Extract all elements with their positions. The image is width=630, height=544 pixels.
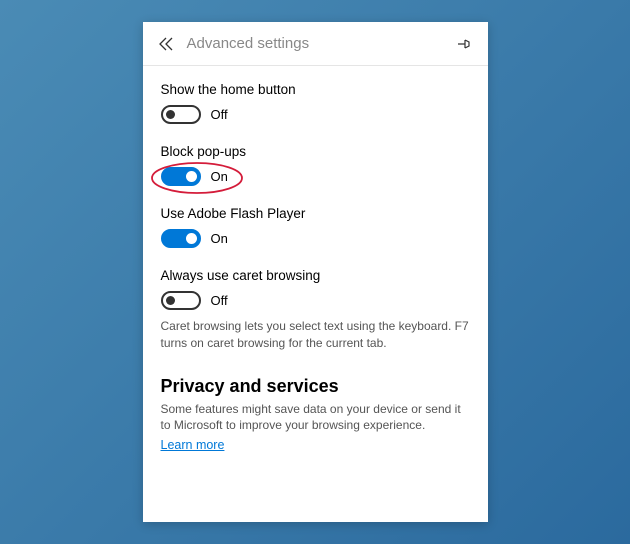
settings-panel: Advanced settings Show the home button O… [143, 22, 488, 522]
caret-toggle[interactable] [161, 291, 201, 310]
section-heading: Privacy and services [161, 376, 470, 397]
chevrons-left-icon [159, 37, 175, 51]
setting-label: Use Adobe Flash Player [161, 206, 470, 221]
pin-button[interactable] [454, 34, 474, 54]
toggle-row: Off [161, 291, 470, 310]
toggle-row: Off [161, 105, 470, 124]
setting-label: Show the home button [161, 82, 470, 97]
privacy-section: Privacy and services Some features might… [161, 376, 470, 455]
toggle-knob [186, 233, 197, 244]
section-description: Some features might save data on your de… [161, 401, 470, 435]
toggle-row: On [161, 229, 470, 248]
setting-flash: Use Adobe Flash Player On [161, 206, 470, 248]
setting-caret: Always use caret browsing Off Caret brow… [161, 268, 470, 352]
panel-header: Advanced settings [143, 22, 488, 66]
setting-description: Caret browsing lets you select text usin… [161, 318, 470, 352]
toggle-knob [166, 110, 175, 119]
toggle-state-label: Off [211, 107, 228, 122]
toggle-row: On [161, 167, 470, 186]
pin-icon [456, 37, 472, 51]
learn-more-link[interactable]: Learn more [161, 438, 225, 452]
toggle-state-label: On [211, 231, 228, 246]
setting-home-button: Show the home button Off [161, 82, 470, 124]
toggle-knob [186, 171, 197, 182]
setting-label: Always use caret browsing [161, 268, 470, 283]
toggle-state-label: Off [211, 293, 228, 308]
setting-label: Block pop-ups [161, 144, 470, 159]
toggle-state-label: On [211, 169, 228, 184]
block-popups-toggle[interactable] [161, 167, 201, 186]
back-button[interactable] [157, 34, 177, 54]
setting-block-popups: Block pop-ups On [161, 144, 470, 186]
toggle-knob [166, 296, 175, 305]
panel-content: Show the home button Off Block pop-ups O… [143, 66, 488, 470]
home-button-toggle[interactable] [161, 105, 201, 124]
flash-toggle[interactable] [161, 229, 201, 248]
panel-title: Advanced settings [187, 35, 454, 52]
